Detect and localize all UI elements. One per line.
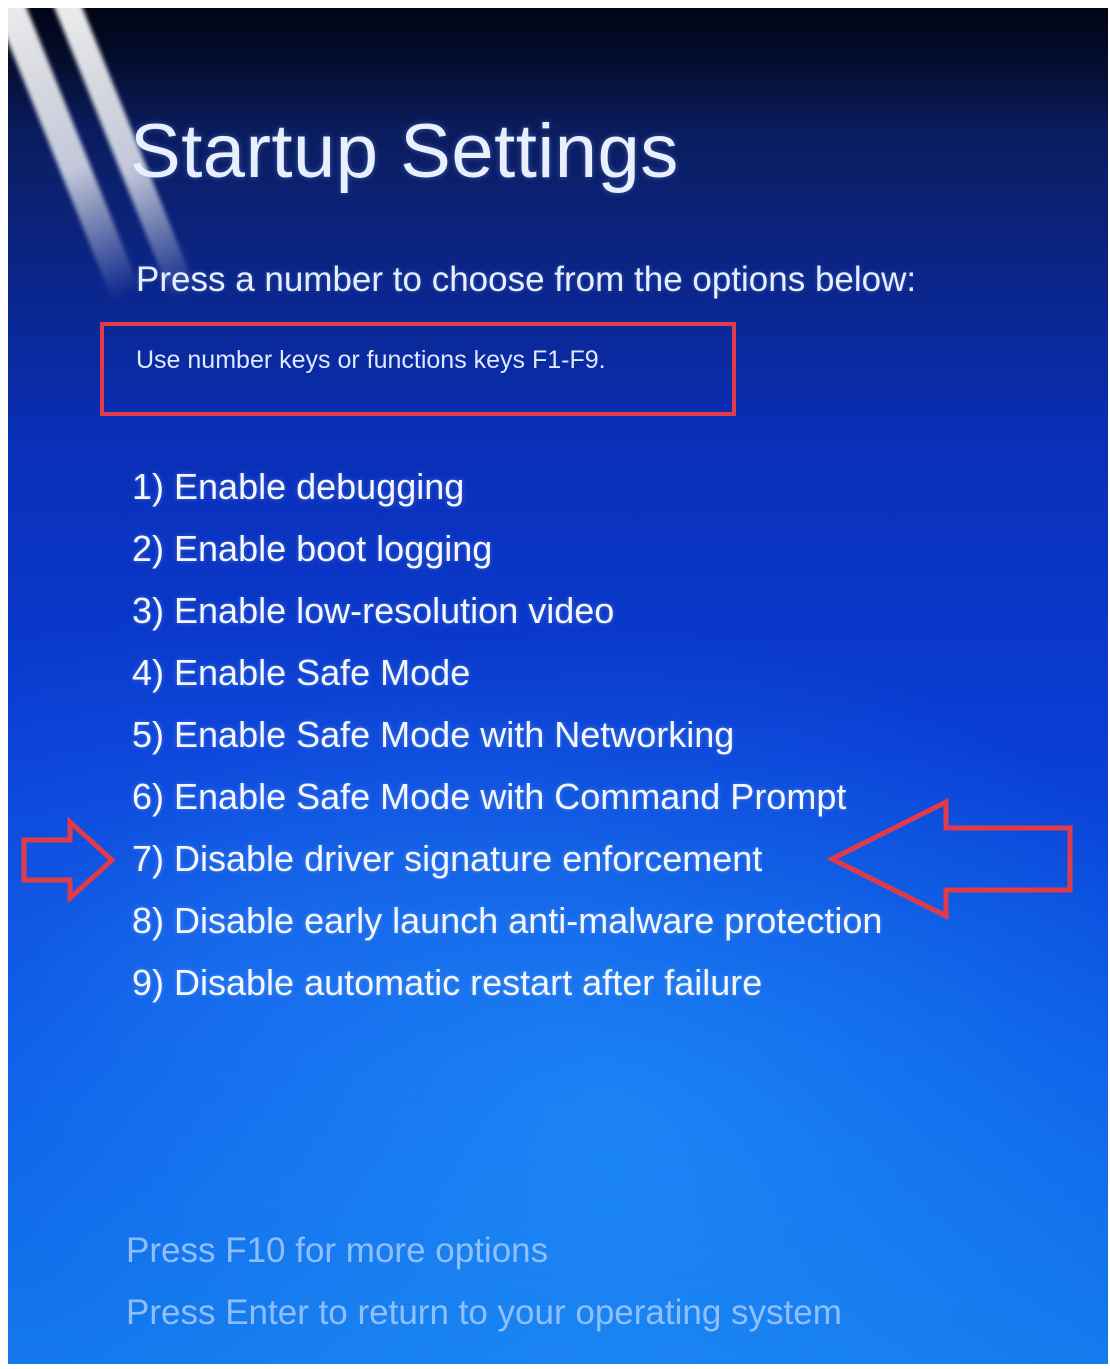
option-safe-mode-command-prompt[interactable]: 6) Enable Safe Mode with Command Prompt — [132, 766, 882, 828]
option-enable-safe-mode[interactable]: 4) Enable Safe Mode — [132, 642, 882, 704]
startup-settings-screen: Startup Settings Press a number to choos… — [8, 8, 1108, 1364]
option-disable-driver-signature-enforcement[interactable]: 7) Disable driver signature enforcement — [132, 828, 882, 890]
option-enable-debugging[interactable]: 1) Enable debugging — [132, 456, 882, 518]
return-to-os-prompt[interactable]: Press Enter to return to your operating … — [126, 1282, 842, 1344]
more-options-prompt[interactable]: Press F10 for more options — [126, 1220, 842, 1282]
instructions-text: Press a number to choose from the option… — [136, 260, 917, 299]
arrow-left-outline-icon — [826, 797, 1073, 921]
page-title: Startup Settings — [130, 109, 679, 194]
option-enable-boot-logging[interactable]: 2) Enable boot logging — [132, 518, 882, 580]
footer: Press F10 for more options Press Enter t… — [126, 1220, 842, 1344]
key-hint-text: Use number keys or functions keys F1-F9. — [136, 346, 606, 374]
option-enable-low-resolution-video[interactable]: 3) Enable low-resolution video — [132, 580, 882, 642]
option-disable-automatic-restart[interactable]: 9) Disable automatic restart after failu… — [132, 952, 882, 1014]
option-safe-mode-networking[interactable]: 5) Enable Safe Mode with Networking — [132, 704, 882, 766]
option-disable-early-launch-antimalware[interactable]: 8) Disable early launch anti-malware pro… — [132, 890, 882, 952]
arrow-right-outline-icon — [21, 816, 116, 904]
startup-options-list: 1) Enable debugging 2) Enable boot loggi… — [132, 456, 882, 1014]
